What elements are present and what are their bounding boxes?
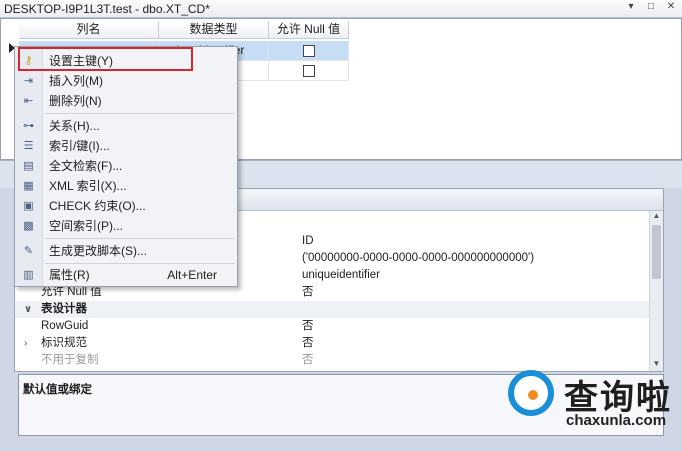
menu-item-label: 索引/键(I)... bbox=[49, 139, 110, 153]
document-title: DESKTOP-I9P1L3T.test - dbo.XT_CD* bbox=[4, 1, 210, 16]
menu-item-fulltext[interactable]: ▤ 全文检索(F)... bbox=[15, 156, 237, 176]
property-value[interactable]: ('00000000-0000-0000-0000-000000000000') bbox=[302, 250, 534, 267]
dropdown-icon[interactable]: ▾ bbox=[624, 1, 638, 12]
property-value[interactable]: uniqueidentifier bbox=[302, 267, 380, 284]
menu-item-relationships[interactable]: ⊶ 关系(H)... bbox=[15, 116, 237, 136]
menu-item-indexes-keys[interactable]: ☰ 索引/键(I)... bbox=[15, 136, 237, 156]
document-titlebar: DESKTOP-I9P1L3T.test - dbo.XT_CD* ▾ □ ✕ bbox=[0, 0, 682, 18]
menu-item-label: 删除列(N) bbox=[49, 94, 102, 108]
menu-separator bbox=[45, 238, 235, 239]
header-allow-null[interactable]: 允许 Null 值 bbox=[269, 21, 349, 39]
menu-item-generate-script[interactable]: ✎ 生成更改脚本(S)... bbox=[15, 241, 237, 261]
scroll-up-icon[interactable]: ▲ bbox=[650, 211, 663, 223]
menu-item-spatial-index[interactable]: ▩ 空间索引(P)... bbox=[15, 216, 237, 236]
property-value[interactable]: 否 bbox=[302, 284, 314, 301]
context-menu: ⚷ 设置主键(Y) ⇥ 插入列(M) ⇤ 删除列(N) ⊶ 关系(H)... ☰… bbox=[14, 46, 238, 287]
property-row[interactable]: › 标识规范 否 bbox=[15, 335, 649, 352]
header-data-type[interactable]: 数据类型 bbox=[159, 21, 269, 39]
fulltext-icon: ▤ bbox=[23, 160, 34, 172]
search-magnifier-icon bbox=[508, 370, 554, 416]
description-title: 默认值或绑定 bbox=[23, 384, 92, 396]
menu-item-label: 关系(H)... bbox=[49, 119, 100, 133]
property-value[interactable]: 否 bbox=[302, 352, 314, 369]
menu-item-shortcut: Alt+Enter bbox=[167, 268, 217, 282]
row-allow-null[interactable] bbox=[269, 61, 349, 81]
grid-header: 列名 数据类型 允许 Null 值 bbox=[19, 21, 349, 39]
relationship-icon: ⊶ bbox=[23, 120, 34, 132]
properties-icon: ▥ bbox=[23, 269, 34, 281]
allow-null-checkbox[interactable] bbox=[303, 44, 315, 57]
category-label: 表设计器 bbox=[41, 303, 87, 315]
property-key: 不用于复制 bbox=[41, 354, 99, 366]
header-column-name[interactable]: 列名 bbox=[19, 21, 159, 39]
check-constraint-icon: ▣ bbox=[23, 200, 34, 212]
script-icon: ✎ bbox=[23, 245, 34, 257]
window-controls: ▾ □ ✕ bbox=[624, 1, 678, 12]
menu-separator bbox=[45, 113, 235, 114]
menu-item-label: CHECK 约束(O)... bbox=[49, 199, 146, 213]
property-value[interactable]: 否 bbox=[302, 318, 314, 335]
menu-item-label: 属性(R) bbox=[49, 268, 90, 282]
highlight-annotation-box bbox=[18, 47, 193, 71]
menu-item-label: 全文检索(F)... bbox=[49, 159, 123, 173]
xml-index-icon: ▦ bbox=[23, 180, 34, 192]
expand-chevron-icon[interactable]: › bbox=[24, 335, 27, 352]
property-category[interactable]: ∨ 表设计器 bbox=[15, 301, 649, 318]
property-key: 标识规范 bbox=[41, 337, 87, 349]
property-row[interactable]: RowGuid 否 bbox=[15, 318, 649, 335]
menu-item-label: 空间索引(P)... bbox=[49, 219, 123, 233]
close-icon[interactable]: ✕ bbox=[664, 1, 678, 12]
menu-item-insert-column[interactable]: ⇥ 插入列(M) bbox=[15, 71, 237, 91]
menu-item-check-constraint[interactable]: ▣ CHECK 约束(O)... bbox=[15, 196, 237, 216]
menu-item-label: XML 索引(X)... bbox=[49, 179, 127, 193]
insert-column-icon: ⇥ bbox=[23, 75, 34, 87]
property-value[interactable]: 否 bbox=[302, 335, 314, 352]
spatial-index-icon: ▩ bbox=[23, 220, 34, 232]
delete-column-icon: ⇤ bbox=[23, 95, 34, 107]
maximize-icon[interactable]: □ bbox=[644, 1, 658, 12]
watermark-logo: 查询啦 chaxunla.com bbox=[500, 366, 678, 436]
menu-item-properties[interactable]: ▥ 属性(R) Alt+Enter bbox=[15, 265, 237, 285]
menu-separator bbox=[45, 263, 235, 264]
menu-item-xml-index[interactable]: ▦ XML 索引(X)... bbox=[15, 176, 237, 196]
collapse-chevron-icon[interactable]: ∨ bbox=[24, 301, 32, 318]
watermark-url: chaxunla.com bbox=[566, 412, 667, 429]
row-allow-null[interactable] bbox=[269, 41, 349, 61]
index-icon: ☰ bbox=[23, 140, 34, 152]
allow-null-checkbox[interactable] bbox=[303, 64, 315, 77]
menu-item-label: 插入列(M) bbox=[49, 74, 103, 88]
property-value[interactable]: ID bbox=[302, 233, 314, 250]
scroll-thumb[interactable] bbox=[652, 225, 661, 279]
property-key: RowGuid bbox=[41, 320, 89, 332]
menu-item-delete-column[interactable]: ⇤ 删除列(N) bbox=[15, 91, 237, 111]
menu-item-label: 生成更改脚本(S)... bbox=[49, 244, 147, 258]
properties-scrollbar[interactable]: ▲ ▼ bbox=[649, 211, 663, 371]
